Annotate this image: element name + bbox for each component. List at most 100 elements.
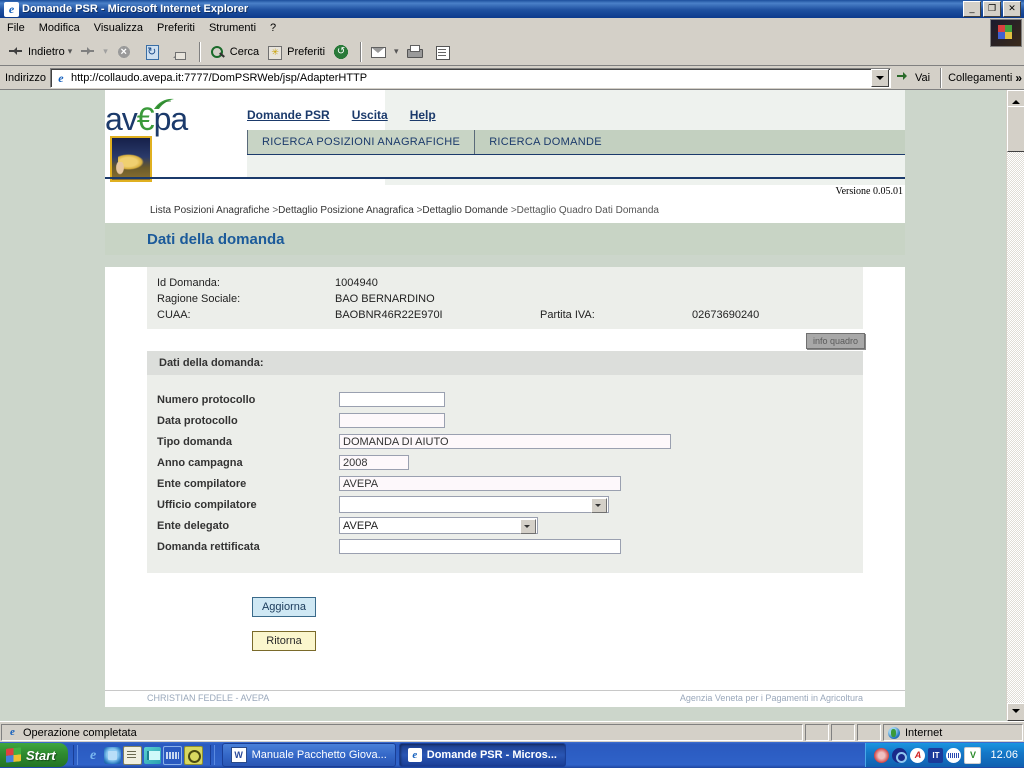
header-strip bbox=[247, 155, 905, 177]
tray-modem-icon[interactable] bbox=[946, 747, 962, 763]
menu-item-help[interactable]: ? bbox=[263, 20, 283, 36]
breadcrumb-item-1[interactable]: Lista Posizioni Anagrafiche bbox=[150, 205, 270, 216]
quicklaunch-clock-icon[interactable] bbox=[183, 745, 203, 765]
mail-dropdown-icon[interactable]: ▾ bbox=[394, 46, 399, 57]
vertical-scrollbar[interactable] bbox=[1006, 90, 1024, 721]
header-bottom-rule bbox=[105, 177, 905, 179]
nav-link-help[interactable]: Help bbox=[410, 108, 436, 122]
select-ufficio-compilatore[interactable] bbox=[339, 496, 609, 513]
tray-language-icon[interactable]: IT bbox=[928, 747, 944, 763]
maximize-button[interactable]: ❐ bbox=[983, 1, 1001, 17]
breadcrumb-item-3[interactable]: Dettaglio Domande bbox=[422, 205, 508, 216]
menu-item-strumenti[interactable]: Strumenti bbox=[202, 20, 263, 36]
search-button[interactable]: Cerca bbox=[205, 41, 262, 63]
taskbar: Start Manuale Pacchetto Giova... Domande… bbox=[0, 742, 1024, 768]
history-icon bbox=[331, 42, 352, 61]
summary-row-ragione: Ragione Sociale: BAO BERNARDINO bbox=[157, 291, 853, 307]
back-arrow-icon bbox=[6, 43, 26, 61]
label-ente-delegato: Ente delegato bbox=[157, 519, 230, 532]
menu-item-preferiti[interactable]: Preferiti bbox=[150, 20, 202, 36]
forward-dropdown-icon[interactable]: ▾ bbox=[103, 46, 108, 57]
label-cuaa: CUAA: bbox=[157, 309, 191, 321]
tasks-separator bbox=[209, 745, 215, 765]
quicklaunch-ie-icon[interactable] bbox=[85, 747, 102, 764]
back-button[interactable]: Indietro ▾ bbox=[3, 41, 75, 63]
stop-button[interactable] bbox=[111, 41, 139, 63]
scrollbar-track[interactable] bbox=[1007, 106, 1024, 705]
input-domanda-rettificata[interactable] bbox=[339, 539, 621, 554]
mail-button[interactable]: ▾ bbox=[366, 41, 402, 63]
status-message-pane: Operazione completata bbox=[1, 724, 803, 741]
value-ragione-sociale: BAO BERNARDINO bbox=[335, 293, 435, 305]
refresh-button[interactable] bbox=[139, 41, 167, 63]
task-list: Manuale Pacchetto Giova... Domande PSR -… bbox=[218, 743, 866, 767]
home-button[interactable] bbox=[167, 41, 195, 63]
favorites-button[interactable]: Preferiti bbox=[262, 41, 328, 63]
field-row-data-protocollo: Data protocollo bbox=[147, 410, 863, 431]
ie-status-icon bbox=[6, 726, 19, 739]
logo-av: av bbox=[105, 101, 138, 137]
breadcrumb: Lista Posizioni Anagrafiche >Dettaglio P… bbox=[150, 205, 659, 216]
select-ente-delegato[interactable]: AVEPA bbox=[339, 517, 538, 534]
summary-row-cuaa: CUAA: BAOBNR46R22E970I Partita IVA: 0267… bbox=[157, 307, 853, 323]
quicklaunch-notepad-icon[interactable] bbox=[122, 745, 142, 765]
quicklaunch-show-desktop-icon[interactable] bbox=[103, 746, 121, 764]
chevron-down-icon[interactable] bbox=[520, 519, 536, 534]
tray-clock[interactable]: 12.06 bbox=[990, 749, 1018, 761]
quicklaunch-media-player-icon[interactable] bbox=[162, 745, 182, 765]
tray-antivirus-icon[interactable]: V bbox=[964, 746, 982, 764]
desktop: Domande PSR - Microsoft Internet Explore… bbox=[0, 0, 1024, 768]
menu-item-file[interactable]: File bbox=[0, 20, 32, 36]
input-tipo-domanda[interactable]: DOMANDA DI AIUTO bbox=[339, 434, 671, 449]
tab-ricerca-domande[interactable]: RICERCA DOMANDE bbox=[474, 130, 616, 154]
quicklaunch-outlook-icon[interactable] bbox=[143, 746, 161, 764]
aggiorna-button[interactable]: Aggiorna bbox=[252, 597, 316, 617]
tray-network-icon[interactable] bbox=[892, 747, 908, 763]
input-anno-campagna[interactable]: 2008 bbox=[339, 455, 409, 470]
quick-launch-bar bbox=[81, 745, 207, 765]
nav-link-domande-psr[interactable]: Domande PSR bbox=[247, 108, 330, 122]
nav-link-uscita[interactable]: Uscita bbox=[352, 108, 388, 122]
print-button[interactable] bbox=[402, 41, 430, 63]
menu-item-visualizza[interactable]: Visualizza bbox=[87, 20, 150, 36]
label-anno-campagna: Anno campagna bbox=[157, 456, 243, 469]
links-button[interactable]: Collegamenti » bbox=[946, 71, 1024, 85]
avepa-logo[interactable]: av€pa bbox=[105, 98, 255, 140]
word-icon bbox=[230, 747, 247, 763]
value-partita-iva: 02673690240 bbox=[692, 309, 760, 321]
back-dropdown-icon[interactable]: ▾ bbox=[68, 46, 73, 57]
info-quadro-button[interactable]: info quadro bbox=[805, 333, 865, 349]
input-ente-compilatore[interactable]: AVEPA bbox=[339, 476, 621, 491]
section-title: Dati della domanda: bbox=[159, 357, 264, 369]
taskbar-item-ie[interactable]: Domande PSR - Micros... bbox=[398, 743, 566, 767]
scroll-down-button[interactable] bbox=[1007, 703, 1024, 721]
favorites-label: Preferiti bbox=[287, 45, 326, 58]
leaf-icon bbox=[154, 98, 174, 109]
ritorna-button[interactable]: Ritorna bbox=[252, 631, 316, 651]
breadcrumb-item-2[interactable]: Dettaglio Posizione Anagrafica bbox=[278, 205, 414, 216]
forward-button[interactable]: ▾ bbox=[75, 41, 111, 63]
tray-volume-icon[interactable] bbox=[874, 747, 890, 763]
address-dropdown-icon[interactable] bbox=[871, 69, 890, 87]
tray-ati-icon[interactable]: A bbox=[910, 747, 926, 763]
quicklaunch-separator bbox=[72, 745, 78, 765]
chevron-right-icon[interactable]: » bbox=[1015, 71, 1022, 85]
input-numero-protocollo[interactable] bbox=[339, 392, 445, 407]
tab-ricerca-posizioni-anagrafiche[interactable]: RICERCA POSIZIONI ANAGRAFICHE bbox=[247, 130, 475, 154]
go-button[interactable]: Vai bbox=[891, 69, 936, 87]
minimize-button[interactable]: _ bbox=[963, 1, 981, 17]
start-button[interactable]: Start bbox=[0, 743, 68, 767]
chevron-down-icon[interactable] bbox=[591, 498, 607, 513]
status-bar: Operazione completata Internet bbox=[0, 721, 1024, 743]
menu-item-modifica[interactable]: Modifica bbox=[32, 20, 87, 36]
field-row-numero-protocollo: Numero protocollo bbox=[147, 389, 863, 410]
scrollbar-thumb[interactable] bbox=[1007, 106, 1024, 152]
taskbar-item-word[interactable]: Manuale Pacchetto Giova... bbox=[221, 743, 396, 767]
close-button[interactable]: ✕ bbox=[1003, 1, 1021, 17]
history-button[interactable] bbox=[328, 41, 356, 63]
edit-button[interactable] bbox=[430, 41, 458, 63]
label-numero-protocollo: Numero protocollo bbox=[157, 393, 256, 406]
address-input[interactable]: http://collaudo.avepa.it:7777/DomPSRWeb/… bbox=[49, 68, 892, 88]
stop-icon bbox=[113, 42, 134, 61]
input-data-protocollo[interactable] bbox=[339, 413, 445, 428]
